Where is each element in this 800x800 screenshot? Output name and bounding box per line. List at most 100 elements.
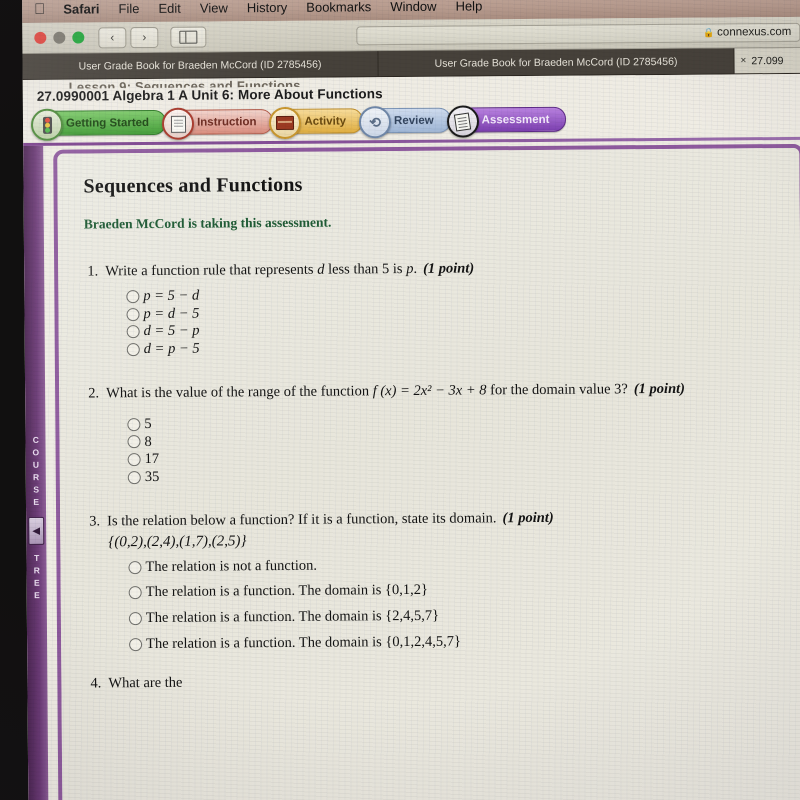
nav-tab-instruction-label: Instruction (197, 115, 257, 129)
nav-tab-review[interactable]: ⟲ Review (358, 106, 451, 139)
radio-icon[interactable] (127, 453, 141, 467)
menu-item-history[interactable]: History (247, 0, 288, 15)
question-1-option-3-label: d = 5 − p (143, 323, 200, 340)
sidebar-icon (179, 30, 198, 44)
lesson-nav-tabs: Getting Started Instruction Activity ⟲ R… (30, 105, 567, 141)
question-3-option-2[interactable]: The relation is a function. The domain i… (128, 580, 777, 602)
nav-tab-getting-started[interactable]: Getting Started (30, 108, 167, 141)
question-4-text: What are the (108, 675, 183, 692)
clipboard-icon (446, 105, 479, 138)
question-1-text: Write a function rule that represents d … (105, 257, 774, 280)
question-3-option-1-label: The relation is not a function. (145, 557, 318, 575)
apple-icon[interactable]:  (34, 1, 45, 18)
menu-item-edit[interactable]: Edit (158, 1, 181, 16)
question-1-options: p = 5 − d p = d − 5 d = 5 − p d = p − 5 (126, 283, 775, 358)
menu-item-safari[interactable]: Safari (63, 1, 99, 16)
menu-item-window[interactable]: Window (390, 0, 436, 14)
question-3-option-2-label: The relation is a function. The domain i… (145, 582, 428, 601)
menu-item-file[interactable]: File (118, 1, 139, 16)
radio-icon[interactable] (126, 325, 140, 339)
radio-icon[interactable] (126, 290, 140, 304)
question-1-option-1-label: p = 5 − d (143, 287, 200, 305)
lock-icon: 🔒 (702, 27, 715, 38)
menu-item-view[interactable]: View (200, 0, 228, 15)
radio-icon[interactable] (128, 586, 142, 600)
back-button[interactable]: ‹ (98, 26, 127, 48)
radio-icon[interactable] (126, 343, 140, 357)
radio-icon[interactable] (128, 560, 142, 574)
question-2-option-3-label: 17 (144, 451, 160, 468)
nav-tab-activity-label: Activity (304, 114, 347, 128)
close-window-button[interactable] (34, 31, 47, 44)
screen-photo:  Safari File Edit View History Bookmark… (0, 0, 800, 800)
address-bar[interactable]: 🔒 connexus.com (356, 22, 800, 45)
q1-part-b: less than 5 is (324, 260, 407, 278)
question-4-prompt: 4. What are the (87, 670, 777, 694)
radio-icon[interactable] (127, 435, 141, 449)
course-tree-rail[interactable]: COURSE ◀ TREE (23, 145, 50, 800)
assessment-title: Sequences and Functions (83, 173, 303, 198)
question-3-points: (1 point) (502, 509, 554, 526)
question-1-number: 1. (87, 263, 99, 280)
course-tree-label-top: COURSE (30, 434, 42, 510)
question-2-prompt: 2. What is the value of the range of the… (85, 379, 775, 403)
radio-icon[interactable] (128, 611, 142, 626)
collapse-tree-button[interactable]: ◀ (28, 517, 45, 546)
window-controls (34, 31, 85, 44)
question-1: 1. Write a function rule that represents… (84, 257, 775, 358)
course-tree-label-bottom: TREE (31, 553, 43, 603)
maximize-window-button[interactable] (72, 31, 85, 44)
question-4: 4. What are the (87, 670, 777, 694)
q1-part-c: . (413, 260, 418, 277)
question-1-option-2-label: p = d − 5 (143, 305, 200, 322)
q2-part-a: What is the value of the range of the fu… (106, 383, 373, 402)
browser-tab-1[interactable]: User Grade Book for Braeden McCord (ID 2… (22, 51, 379, 79)
browser-tab-3-active[interactable]: × 27.099 (734, 47, 800, 74)
question-1-points: (1 point) (422, 260, 475, 277)
question-3: 3. Is the relation below a function? If … (86, 507, 777, 653)
question-3-options: The relation is not a function. The rela… (128, 554, 777, 653)
browser-tab-2[interactable]: User Grade Book for Braeden McCord (ID 2… (378, 48, 735, 77)
question-3-option-4-label: The relation is a function. The domain i… (146, 633, 462, 652)
connexus-page: Lesson 9: Sequences and Functions 27.099… (22, 73, 800, 800)
question-2-formula: f (x) = 2x² − 3x + 8 (372, 382, 487, 400)
radio-icon[interactable] (127, 417, 141, 431)
question-3-prompt: 3. Is the relation below a function? If … (86, 507, 776, 531)
radio-icon[interactable] (126, 307, 140, 321)
refresh-icon: ⟲ (358, 106, 392, 139)
question-2-option-4-label: 35 (144, 468, 160, 486)
question-4-number: 4. (90, 675, 102, 692)
question-2-option-2-label: 8 (144, 433, 152, 450)
browser-tab-3-label: 27.099 (751, 54, 784, 67)
nav-tab-instruction[interactable]: Instruction (161, 107, 274, 140)
assessment-taker: Braeden McCord is taking this assessment… (83, 214, 332, 232)
question-3-option-1[interactable]: The relation is not a function. (128, 554, 776, 576)
question-2-option-1-label: 5 (144, 415, 152, 432)
url-host-text: connexus.com (717, 25, 792, 39)
radio-icon[interactable] (127, 470, 141, 484)
q2-part-b: for the domain value 3? (486, 381, 628, 399)
forward-button[interactable]: › (130, 26, 159, 48)
question-3-option-3[interactable]: The relation is a function. The domain i… (128, 605, 777, 627)
close-tab-icon[interactable]: × (740, 55, 746, 66)
q1-part-a: Write a function rule that represents (105, 261, 318, 280)
question-2-points: (1 point) (633, 380, 686, 398)
question-3-number: 3. (89, 513, 101, 530)
books-icon (269, 106, 302, 140)
question-2: 2. What is the value of the range of the… (85, 379, 776, 486)
nav-tab-review-label: Review (393, 114, 434, 127)
question-3-option-4[interactable]: The relation is a function. The domain i… (129, 631, 777, 653)
menu-item-help[interactable]: Help (455, 0, 482, 14)
nav-tab-assessment[interactable]: Assessment (446, 105, 567, 138)
menu-item-bookmarks[interactable]: Bookmarks (306, 0, 371, 15)
radio-icon[interactable] (129, 637, 143, 651)
question-3-relation-set: {(0,2),(2,4),(1,7),(2,5)} (108, 533, 247, 551)
course-header: 27.0990001 Algebra 1 A Unit 6: More Abou… (36, 86, 383, 104)
question-2-number: 2. (88, 385, 100, 402)
question-1-prompt: 1. Write a function rule that represents… (84, 257, 774, 281)
nav-tab-assessment-label: Assessment (481, 113, 550, 126)
question-2-options: 5 8 17 35 (127, 411, 776, 486)
nav-tab-activity[interactable]: Activity (269, 106, 364, 140)
sidebar-toggle-button[interactable] (170, 26, 207, 48)
minimize-window-button[interactable] (53, 31, 66, 44)
